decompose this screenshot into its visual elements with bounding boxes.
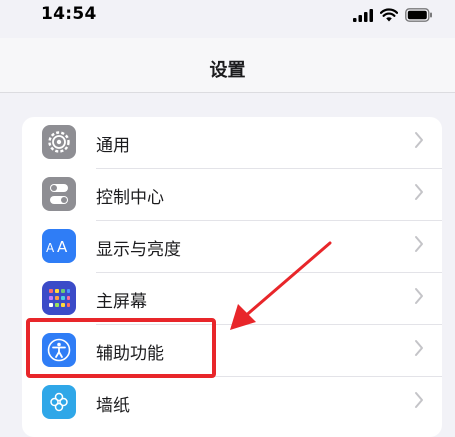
annotation-arrow: [230, 241, 332, 330]
